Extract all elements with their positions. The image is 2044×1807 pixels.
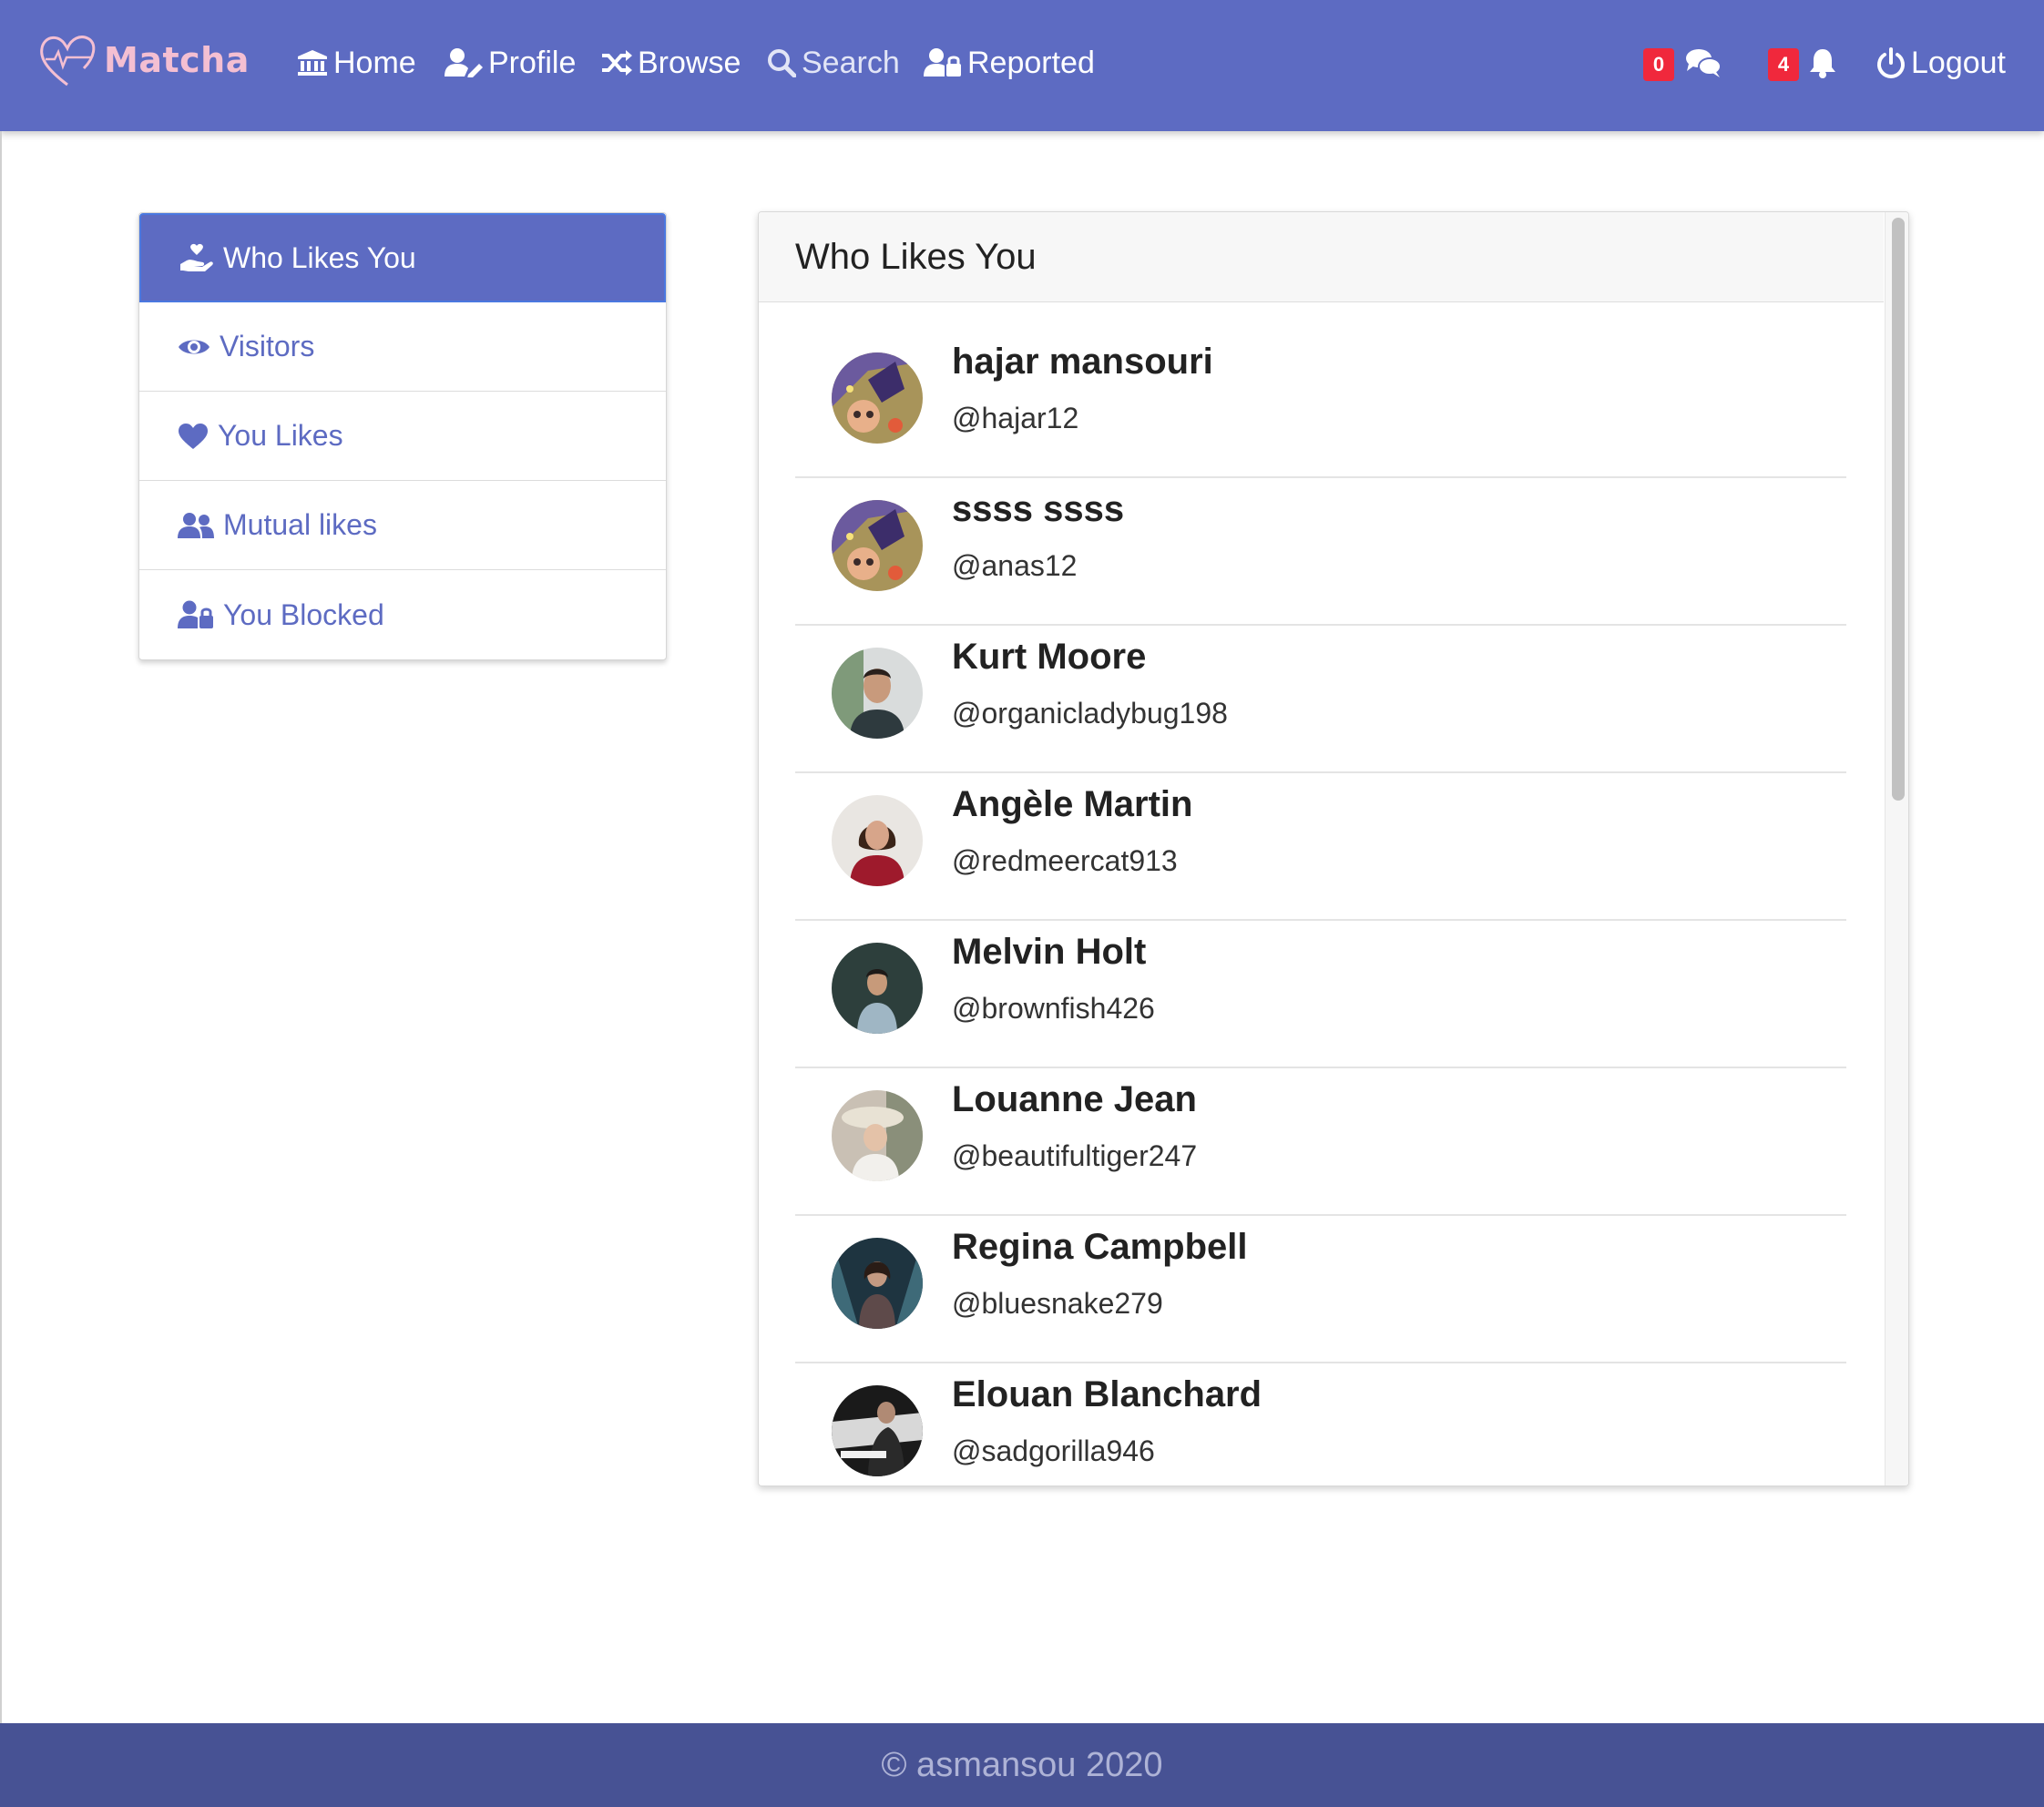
user-handle: @bluesnake279	[952, 1287, 1163, 1320]
user-lock-icon	[924, 48, 962, 77]
avatar[interactable]	[832, 943, 923, 1034]
brand-name: Matcha	[104, 40, 250, 80]
sidebar-item-who-likes-you[interactable]: Who Likes You	[139, 213, 666, 302]
panel-title: Who Likes You	[759, 212, 1884, 302]
nav-browse-label: Browse	[638, 45, 741, 80]
bank-icon	[297, 49, 328, 77]
nav-home-label: Home	[333, 45, 416, 80]
bell-icon[interactable]	[1809, 47, 1836, 83]
users-icon	[178, 512, 214, 539]
avatar[interactable]	[832, 648, 923, 739]
user-name[interactable]: Angèle Martin	[952, 784, 1192, 825]
user-handle: @beautifultiger247	[952, 1139, 1198, 1172]
list-item[interactable]: Elouan Blanchard @sadgorilla946	[795, 1363, 1846, 1485]
hand-holding-heart-icon	[179, 242, 214, 273]
sidebar-item-you-blocked[interactable]: You Blocked	[139, 570, 666, 659]
power-icon	[1876, 47, 1906, 78]
user-handle: @anas12	[952, 549, 1078, 582]
nav-logout-label: Logout	[1911, 45, 2006, 80]
user-handle: @organicladybug198	[952, 697, 1228, 730]
top-navbar: Matcha Home Profile Browse Search Report…	[0, 0, 2044, 131]
list-item[interactable]: Melvin Holt @brownfish426	[795, 921, 1846, 1068]
user-edit-icon	[445, 48, 483, 77]
sidebar-item-label: Who Likes You	[223, 240, 416, 274]
scrollbar-thumb[interactable]	[1892, 218, 1905, 801]
sidebar-item-you-likes[interactable]: You Likes	[139, 392, 666, 481]
user-handle: @redmeercat913	[952, 844, 1178, 877]
list-item[interactable]: ssss ssss @anas12	[795, 478, 1846, 626]
nav-search[interactable]: Search	[767, 40, 900, 86]
likers-list: hajar mansouri @hajar12 ssss ssss @anas1…	[795, 331, 1846, 1485]
user-lock-icon	[178, 600, 214, 629]
who-likes-you-panel: Who Likes You hajar mansouri @hajar12 ss…	[758, 211, 1909, 1486]
eye-icon	[178, 335, 210, 359]
avatar[interactable]	[832, 795, 923, 886]
list-item[interactable]: hajar mansouri @hajar12	[795, 331, 1846, 478]
footer-copyright: © asmansou 2020	[881, 1745, 1163, 1784]
avatar[interactable]	[832, 1385, 923, 1476]
search-icon	[767, 48, 796, 77]
brand[interactable]: Matcha	[36, 27, 250, 93]
user-name[interactable]: Kurt Moore	[952, 637, 1146, 678]
list-item[interactable]: Regina Campbell @bluesnake279	[795, 1216, 1846, 1363]
sidebar-item-label: You Likes	[218, 419, 343, 452]
nav-profile[interactable]: Profile	[445, 40, 576, 86]
user-handle: @hajar12	[952, 402, 1079, 434]
list-item[interactable]: Louanne Jean @beautifultiger247	[795, 1068, 1846, 1216]
comments-icon[interactable]	[1685, 47, 1722, 83]
nav-profile-label: Profile	[488, 45, 577, 80]
random-icon	[601, 49, 632, 77]
nav-reported-label: Reported	[967, 45, 1095, 80]
user-name[interactable]: Melvin Holt	[952, 932, 1146, 973]
nav-home[interactable]: Home	[297, 40, 416, 86]
sidebar-item-label: Mutual likes	[223, 508, 377, 541]
avatar[interactable]	[832, 1090, 923, 1181]
page-edge	[0, 131, 2, 1723]
list-item[interactable]: Angèle Martin @redmeercat913	[795, 773, 1846, 921]
user-handle: @brownfish426	[952, 992, 1155, 1025]
nav-search-label: Search	[802, 45, 900, 80]
sidebar-item-label: Visitors	[220, 330, 315, 362]
user-name[interactable]: Regina Campbell	[952, 1227, 1248, 1268]
avatar[interactable]	[832, 1238, 923, 1329]
user-name[interactable]: ssss ssss	[952, 489, 1124, 530]
user-name[interactable]: hajar mansouri	[952, 342, 1213, 383]
notifications-count-badge: 4	[1768, 48, 1799, 81]
user-handle: @sadgorilla946	[952, 1434, 1155, 1467]
nav-logout[interactable]: Logout	[1876, 40, 2006, 86]
avatar[interactable]	[832, 352, 923, 444]
messages-count-badge: 0	[1643, 48, 1674, 81]
sidebar-item-mutual-likes[interactable]: Mutual likes	[139, 481, 666, 570]
list-item[interactable]: Kurt Moore @organicladybug198	[795, 626, 1846, 773]
sidebar-item-label: You Blocked	[223, 597, 384, 631]
sidebar-item-visitors[interactable]: Visitors	[139, 302, 666, 392]
avatar[interactable]	[832, 500, 923, 591]
heart-icon	[178, 423, 209, 450]
footer: © asmansou 2020	[0, 1723, 2044, 1807]
user-name[interactable]: Elouan Blanchard	[952, 1374, 1262, 1415]
nav-reported[interactable]: Reported	[924, 40, 1095, 86]
heart-logo-icon	[40, 36, 96, 87]
sidebar-menu: Who Likes You Visitors You Likes Mutual …	[138, 212, 667, 660]
user-name[interactable]: Louanne Jean	[952, 1079, 1197, 1120]
nav-browse[interactable]: Browse	[601, 40, 741, 86]
